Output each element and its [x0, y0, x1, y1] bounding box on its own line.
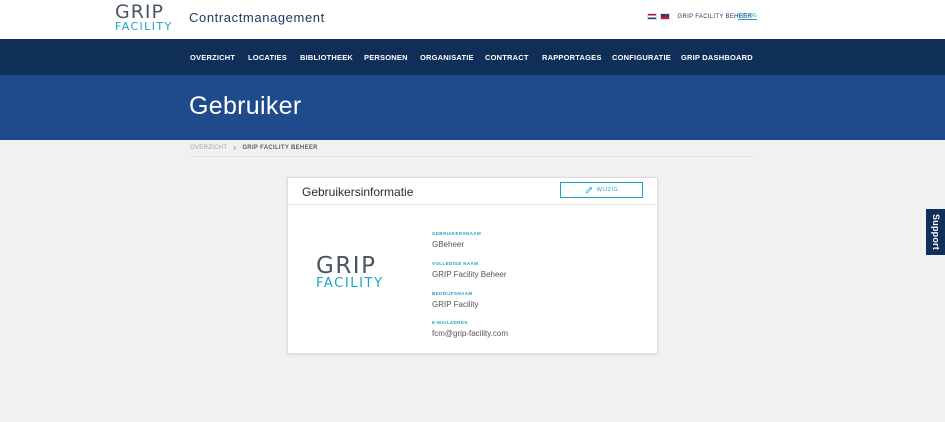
page-header-banner: Gebruiker: [0, 75, 945, 140]
field-value: fcm@grip-facility.com: [432, 329, 508, 338]
field-company-name: BEDRIJFSNAAM GRIP Facility: [432, 291, 479, 309]
logout-link[interactable]: UITLOG: [738, 13, 757, 20]
edit-button-label: WIJZIG: [596, 187, 619, 193]
field-full-name: VOLLEDIGE NAAM GRIP Facility Beheer: [432, 261, 507, 279]
edit-button[interactable]: WIJZIG: [560, 182, 643, 198]
breadcrumb: OVERZICHT › GRIP FACILITY BEHEER: [190, 143, 318, 152]
top-bar: GRIP FACILITY Contractmanagement GRIP FA…: [0, 0, 945, 39]
field-value: GBeheer: [432, 240, 465, 249]
nav-item-contract[interactable]: CONTRACT: [485, 53, 529, 62]
field-label: GEBRUIKERSNAAM: [432, 231, 482, 236]
breadcrumb-overzicht[interactable]: OVERZICHT: [190, 145, 227, 151]
breadcrumb-current: GRIP FACILITY BEHEER: [242, 145, 318, 151]
field-value: GRIP Facility Beheer: [432, 270, 507, 279]
support-label: Support: [930, 214, 941, 250]
field-label: E-MAILADRES: [432, 320, 468, 325]
dutch-flag-icon[interactable]: [646, 13, 657, 20]
logo-facility-text: FACILITY: [115, 20, 173, 33]
chevron-right-icon: ›: [233, 143, 237, 152]
grip-facility-logo[interactable]: GRIP FACILITY: [115, 1, 175, 34]
card-title: Gebruikersinformatie: [302, 185, 414, 199]
english-flag-icon[interactable]: [659, 13, 670, 20]
nav-item-locaties[interactable]: LOCATIES: [248, 53, 287, 62]
field-label: VOLLEDIGE NAAM: [432, 261, 479, 266]
support-tab[interactable]: Support: [926, 209, 945, 255]
breadcrumb-divider: [190, 156, 754, 157]
card-logo-grip-text: GRIP: [316, 253, 377, 279]
field-email: E-MAILADRES fcm@grip-facility.com: [432, 320, 508, 338]
nav-item-configuratie[interactable]: CONFIGURATIE: [612, 53, 671, 62]
field-label: BEDRIJFSNAAM: [432, 291, 473, 296]
field-username: GEBRUIKERSNAAM GBeheer: [432, 231, 481, 249]
nav-item-organisatie[interactable]: ORGANISATIE: [420, 53, 474, 62]
nav-item-rapportages[interactable]: RAPPORTAGES: [542, 53, 602, 62]
user-area: GRIP FACILITY BEHEER: [646, 13, 752, 20]
field-value: GRIP Facility: [432, 300, 479, 309]
user-info-card: Gebruikersinformatie WIJZIG GRIP FACILIT…: [287, 177, 658, 354]
nav-item-grip-dashboard[interactable]: GRIP DASHBOARD: [681, 53, 753, 62]
page-title: Gebruiker: [189, 92, 302, 120]
company-logo: GRIP FACILITY: [316, 253, 396, 296]
nav-item-bibliotheek[interactable]: BIBLIOTHEEK: [300, 53, 353, 62]
pencil-icon: [585, 186, 592, 194]
nav-item-overzicht[interactable]: OVERZICHT: [190, 53, 235, 62]
card-header: Gebruikersinformatie WIJZIG: [288, 178, 657, 205]
nav-item-personen[interactable]: PERSONEN: [364, 53, 408, 62]
main-navigation: OVERZICHT LOCATIES BIBLIOTHEEK PERSONEN …: [0, 39, 945, 75]
app-title: Contractmanagement: [189, 10, 325, 25]
logo-grip-text: GRIP: [115, 1, 164, 23]
card-logo-facility-text: FACILITY: [316, 276, 384, 291]
